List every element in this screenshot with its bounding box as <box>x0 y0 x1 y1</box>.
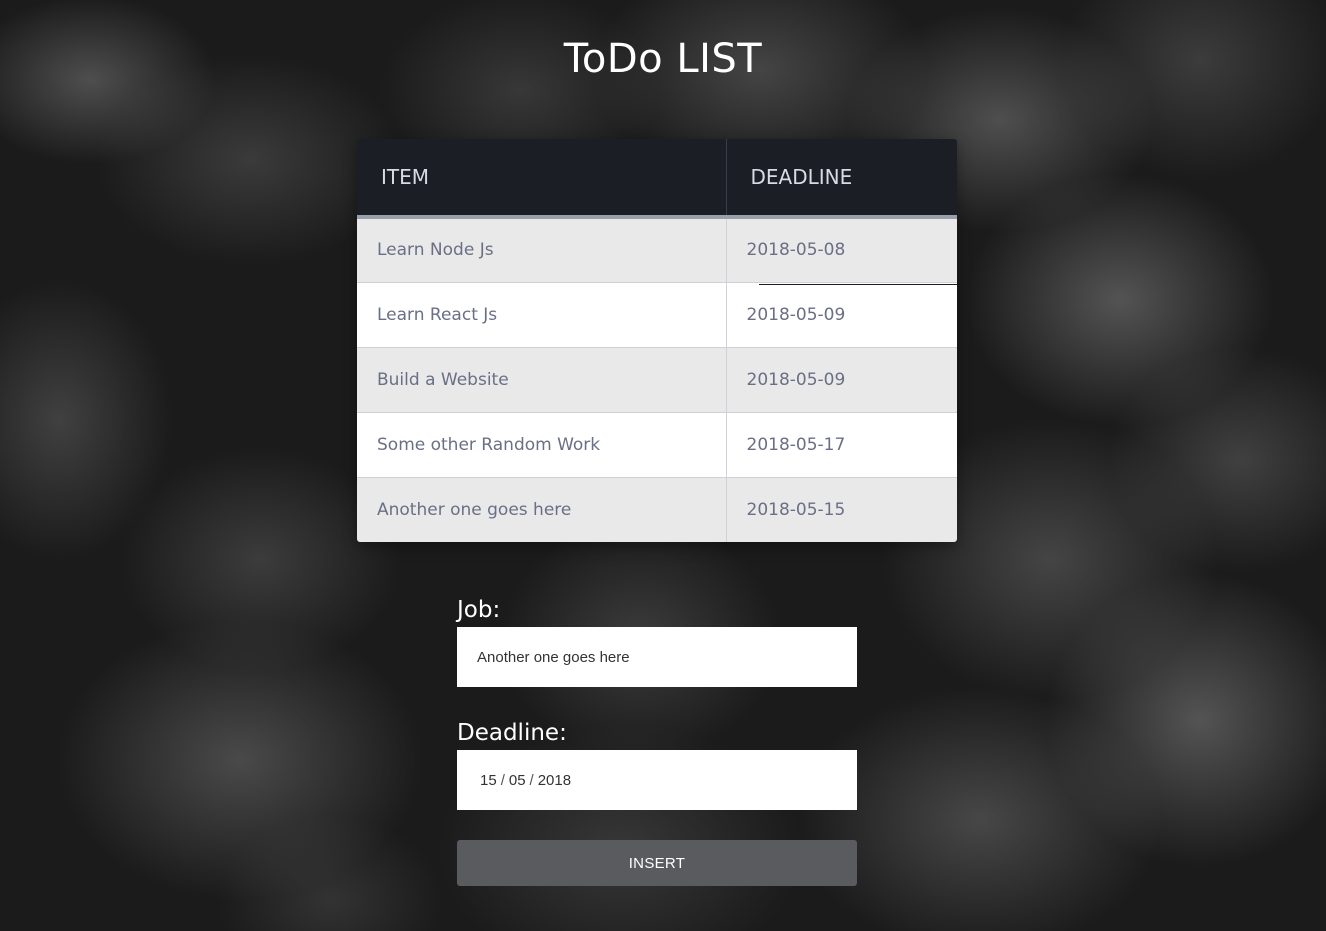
item-cell: Learn Node Js <box>357 217 727 283</box>
item-cell: Another one goes here <box>357 477 727 542</box>
table-body: Learn Node Js 2018-05-08 Learn React Js … <box>357 217 957 542</box>
column-header-deadline: DEADLINE <box>726 139 957 219</box>
date-year[interactable]: 2018 <box>538 772 571 789</box>
insert-button[interactable]: INSERT <box>457 840 857 886</box>
page-title: ToDo LIST <box>563 36 763 82</box>
insert-form: Job: Deadline: 15 / 05 / 2018 INSERT <box>457 594 857 886</box>
deadline-cell: 2018-05-09 <box>726 347 957 413</box>
job-input[interactable] <box>457 627 857 687</box>
date-separator: / <box>529 771 534 789</box>
table-row[interactable]: Learn Node Js 2018-05-08 <box>357 217 957 283</box>
form-spacer <box>457 687 857 717</box>
item-cell: Build a Website <box>357 347 727 413</box>
deadline-cell: 2018-05-09 <box>726 282 957 348</box>
table-row[interactable]: Another one goes here 2018-05-15 <box>357 477 957 542</box>
deadline-cell: 2018-05-08 <box>726 217 957 283</box>
header-row: ITEM DEADLINE <box>357 139 957 219</box>
item-cell: Learn React Js <box>357 282 727 348</box>
date-month[interactable]: 05 <box>509 772 526 789</box>
column-header-item: ITEM <box>357 139 727 219</box>
deadline-cell: 2018-05-15 <box>726 477 957 542</box>
deadline-label: Deadline: <box>457 720 567 746</box>
deadline-date-input[interactable]: 15 / 05 / 2018 <box>457 750 857 810</box>
table-row[interactable]: Build a Website 2018-05-09 <box>357 347 957 413</box>
date-day[interactable]: 15 <box>480 772 497 789</box>
table-header: ITEM DEADLINE <box>357 139 957 219</box>
row-divider-line <box>759 284 957 285</box>
page-background: { "page": { "title": "ToDo LIST" }, "tab… <box>0 0 1326 931</box>
deadline-cell: 2018-05-17 <box>726 412 957 478</box>
date-separator: / <box>500 771 505 789</box>
todo-table: ITEM DEADLINE Learn Node Js 2018-05-08 L… <box>357 139 957 542</box>
table-row[interactable]: Some other Random Work 2018-05-17 <box>357 412 957 478</box>
job-label: Job: <box>457 597 501 623</box>
item-cell: Some other Random Work <box>357 412 727 478</box>
form-spacer <box>457 810 857 840</box>
table-row[interactable]: Learn React Js 2018-05-09 <box>357 282 957 348</box>
